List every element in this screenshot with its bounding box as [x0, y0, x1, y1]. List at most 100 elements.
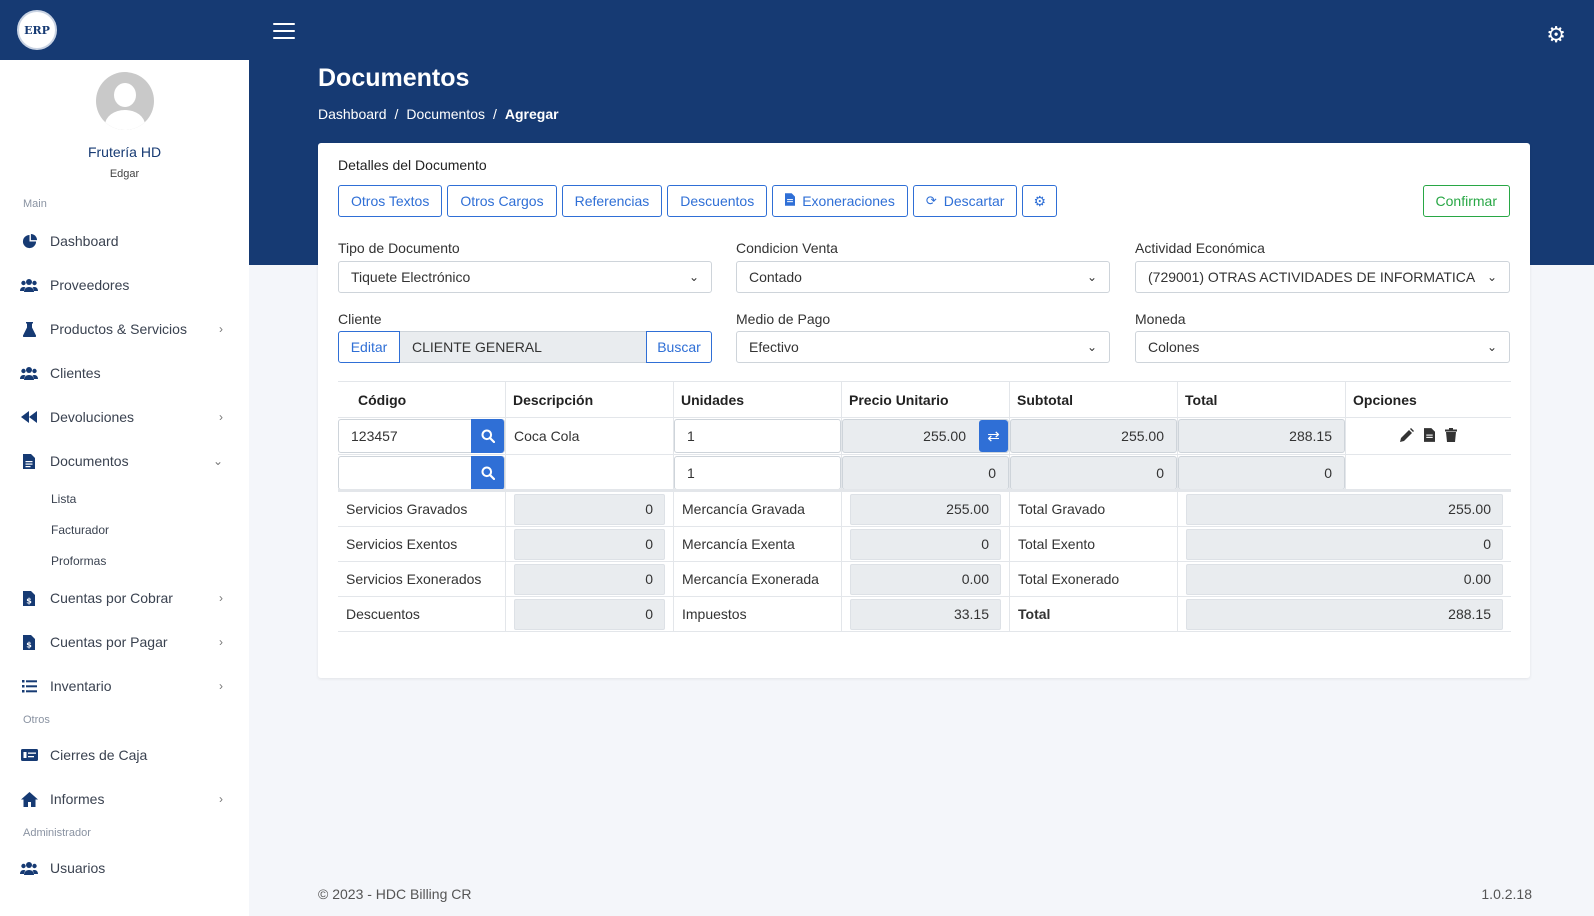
descuentos-label: Descuentos — [338, 597, 506, 631]
total-exonerado-cell: 0.00 — [1178, 562, 1511, 596]
chevron-right-icon: › — [219, 679, 223, 693]
sidebar-item-inventario[interactable]: Inventario › — [0, 664, 249, 708]
otros-cargos-button[interactable]: Otros Cargos — [447, 185, 557, 217]
sidebar-item-clientes[interactable]: Clientes — [0, 351, 249, 395]
descartar-button[interactable]: ⟳ Descartar — [912, 185, 1018, 217]
chevron-right-icon: › — [219, 410, 223, 424]
descuentos-button[interactable]: Descuentos — [667, 185, 768, 217]
sidebar-subitem-lista[interactable]: Lista — [0, 483, 249, 514]
exchange-icon[interactable]: ⇄ — [979, 420, 1008, 452]
select-value: (729001) OTRAS ACTIVIDADES DE INFORMATIC… — [1148, 269, 1476, 285]
total-gravado-cell: 255.00 — [1178, 492, 1511, 526]
breadcrumb-documentos[interactable]: Documentos — [406, 106, 485, 122]
servicios-exentos-label: Servicios Exentos — [338, 527, 506, 561]
total-label: Total — [1010, 597, 1178, 631]
sidebar-item-productos[interactable]: Productos & Servicios › — [0, 307, 249, 351]
sidebar-item-label: Cuentas por Cobrar — [50, 590, 173, 606]
mercancia-exonerada-cell: 0.00 — [842, 562, 1010, 596]
sidebar-item-label: Cierres de Caja — [50, 747, 148, 763]
total-exento-cell: 0 — [1178, 527, 1511, 561]
settings-button[interactable]: ⚙ — [1022, 185, 1057, 217]
settings-gear-icon[interactable]: ⚙ — [1546, 22, 1566, 48]
footer-version: 1.0.2.18 — [1481, 886, 1532, 902]
mercancia-gravada-value: 255.00 — [850, 493, 1001, 525]
cliente-buscar-button[interactable]: Buscar — [646, 331, 712, 363]
moneda-label: Moneda — [1135, 311, 1186, 327]
refresh-icon: ⟳ — [925, 193, 937, 208]
sidebar-item-usuarios[interactable]: Usuarios — [0, 846, 249, 890]
search-icon[interactable] — [471, 419, 504, 453]
edit-pencil-icon[interactable] — [1400, 427, 1414, 445]
sidebar-item-devoluciones[interactable]: Devoluciones › — [0, 395, 249, 439]
sidebar-item-label: Dashboard — [50, 233, 119, 249]
servicios-gravados-cell: 0 — [506, 492, 674, 526]
hamburger-menu-icon[interactable] — [273, 23, 295, 41]
servicios-gravados-value: 0 — [514, 493, 665, 525]
total-exento-value: 0 — [1186, 528, 1503, 560]
sidebar-item-label: Usuarios — [50, 860, 106, 876]
total-exento-label: Total Exento — [1010, 527, 1178, 561]
chevron-down-icon: ⌄ — [1086, 340, 1097, 354]
table-row: 123457 Coca Cola 1 255.00 ⇄ 255.00 288.1… — [338, 418, 1511, 455]
avatar[interactable] — [95, 72, 154, 130]
sidebar-item-label: Cuentas por Pagar — [50, 634, 168, 650]
unidades-input[interactable]: 1 — [674, 419, 841, 453]
profile-name: Frutería HD — [87, 144, 162, 160]
servicios-gravados-label: Servicios Gravados — [338, 492, 506, 526]
medio-pago-select[interactable]: Efectivo ⌄ — [736, 331, 1110, 363]
chevron-right-icon: › — [219, 591, 223, 605]
mercancia-exenta-value: 0 — [850, 528, 1001, 560]
exoneraciones-label: Exoneraciones — [802, 193, 895, 209]
breadcrumb-dashboard[interactable]: Dashboard — [318, 106, 387, 122]
precio-cell: 255.00 ⇄ — [842, 418, 1010, 454]
section-admin-label: Administrador — [23, 827, 91, 839]
sidebar-item-informes[interactable]: Informes › — [0, 777, 249, 821]
referencias-button[interactable]: Referencias — [561, 185, 663, 217]
col-codigo: Código — [338, 382, 506, 417]
cliente-group: Editar CLIENTE GENERAL Buscar — [338, 331, 712, 363]
sidebar-item-label: Documentos — [50, 453, 129, 469]
sidebar-item-cuentas-pagar[interactable]: $ Cuentas por Pagar › — [0, 620, 249, 664]
chevron-down-icon: ⌄ — [1486, 340, 1497, 354]
search-icon[interactable] — [471, 456, 504, 490]
servicios-exonerados-value: 0 — [514, 563, 665, 595]
total-gravado-label: Total Gravado — [1010, 492, 1178, 526]
confirmar-button[interactable]: Confirmar — [1422, 185, 1510, 217]
total-cell: 0 — [1178, 455, 1346, 491]
backward-icon — [19, 409, 39, 425]
unidades-input[interactable]: 1 — [674, 456, 841, 490]
chevron-down-icon: ⌄ — [1486, 270, 1497, 284]
mercancia-gravada-cell: 255.00 — [842, 492, 1010, 526]
tipo-documento-select[interactable]: Tiquete Electrónico ⌄ — [338, 261, 712, 293]
cliente-editar-button[interactable]: Editar — [338, 331, 400, 363]
otros-textos-button[interactable]: Otros Textos — [338, 185, 443, 217]
sidebar-item-proveedores[interactable]: Proveedores — [0, 263, 249, 307]
total-exonerado-value: 0.00 — [1186, 563, 1503, 595]
money-check-icon — [19, 747, 39, 763]
totals-table: Servicios Gravados 0 Mercancía Gravada 2… — [338, 489, 1511, 632]
sidebar: ERP Frutería HD Edgar Main Dashboard Pro… — [0, 0, 249, 916]
descripcion-cell: Coca Cola — [506, 418, 674, 454]
users-icon — [19, 365, 39, 381]
totals-row: Servicios Exentos 0 Mercancía Exenta 0 T… — [338, 527, 1511, 562]
select-value: Colones — [1148, 339, 1200, 355]
document-icon[interactable] — [1424, 427, 1435, 445]
servicios-exentos-value: 0 — [514, 528, 665, 560]
erp-logo[interactable]: ERP — [17, 10, 57, 50]
actividad-select[interactable]: (729001) OTRAS ACTIVIDADES DE INFORMATIC… — [1135, 261, 1510, 293]
exoneraciones-button[interactable]: Exoneraciones — [772, 185, 908, 217]
sidebar-subitem-facturador[interactable]: Facturador — [0, 514, 249, 545]
tipo-documento-label: Tipo de Documento — [338, 240, 460, 256]
sidebar-item-documentos[interactable]: Documentos ⌄ — [0, 439, 249, 483]
sidebar-item-cuentas-cobrar[interactable]: $ Cuentas por Cobrar › — [0, 576, 249, 620]
condicion-venta-select[interactable]: Contado ⌄ — [736, 261, 1110, 293]
chevron-right-icon: › — [219, 792, 223, 806]
sidebar-subitem-proformas[interactable]: Proformas — [0, 545, 249, 576]
page-title: Documentos — [318, 64, 470, 92]
total-gravado-value: 255.00 — [1186, 493, 1503, 525]
col-total: Total — [1178, 382, 1346, 417]
sidebar-item-cierres-caja[interactable]: Cierres de Caja — [0, 733, 249, 777]
trash-icon[interactable] — [1445, 427, 1457, 445]
moneda-select[interactable]: Colones ⌄ — [1135, 331, 1510, 363]
sidebar-item-dashboard[interactable]: Dashboard — [0, 219, 249, 263]
